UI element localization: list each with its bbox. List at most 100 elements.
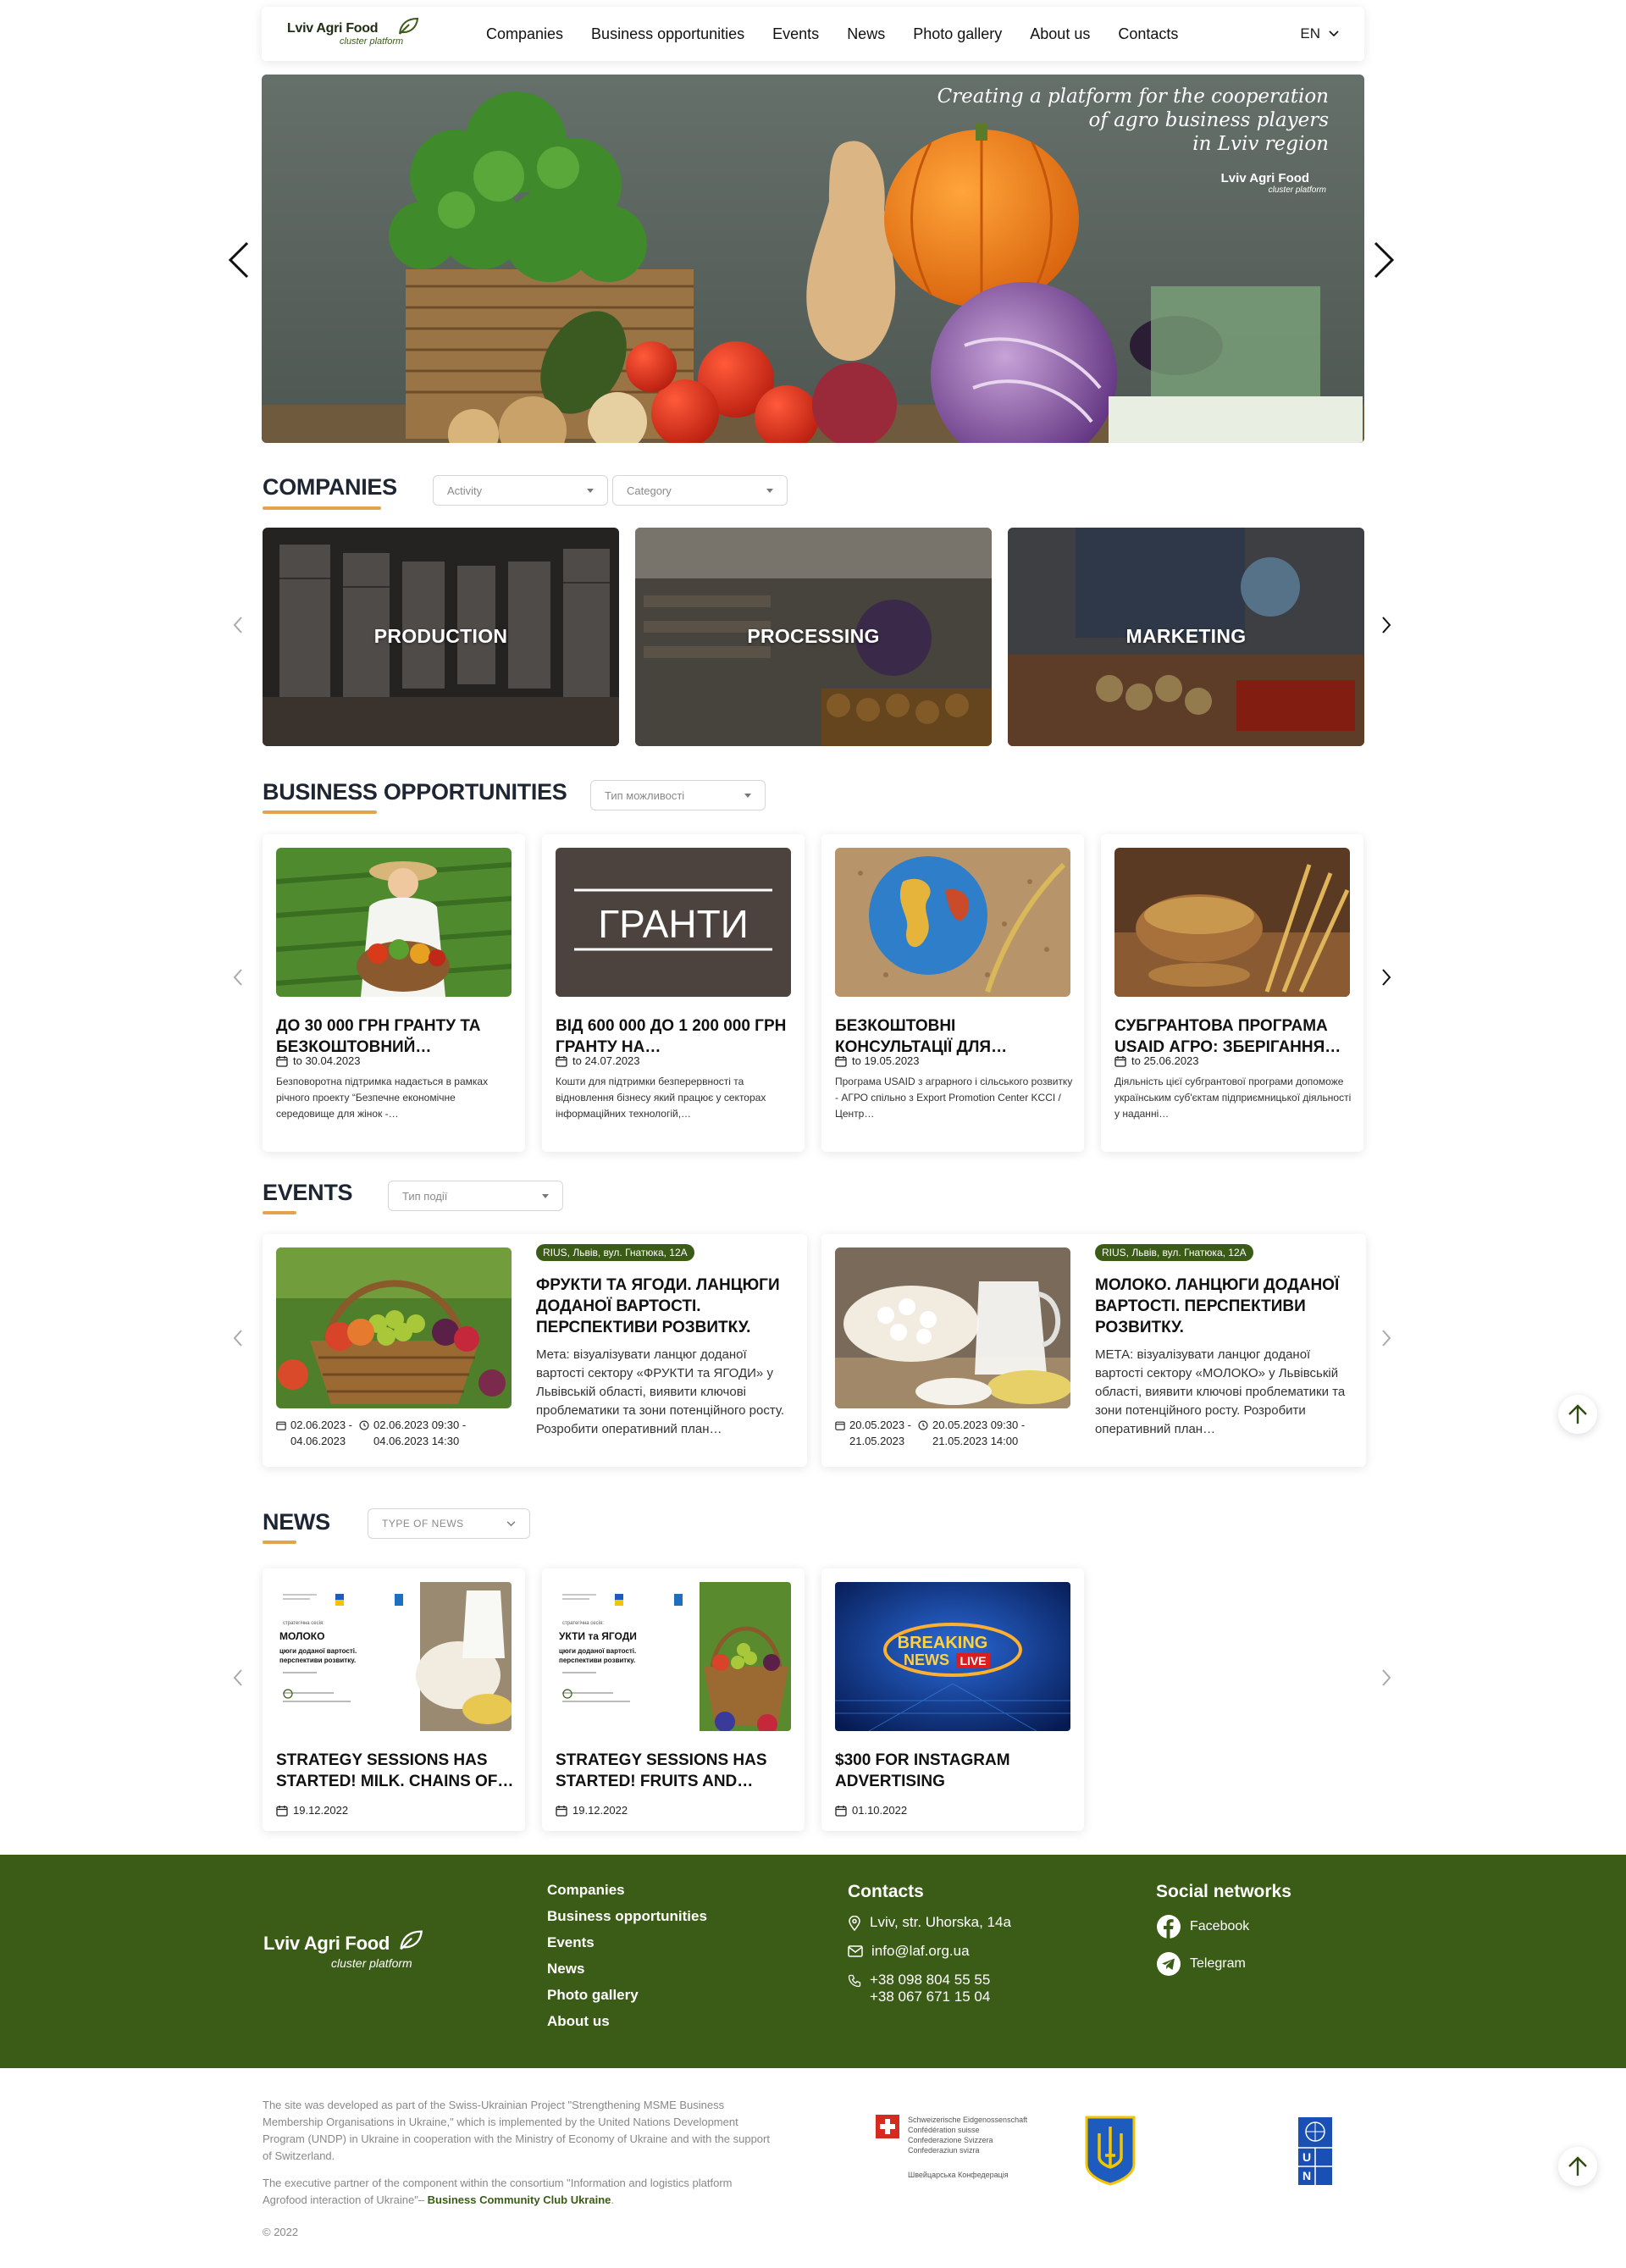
events-prev-arrow-icon[interactable] [232,1329,244,1347]
event-location-badge: RIUS, Львів, вул. Гнатюка, 12А [1095,1244,1253,1261]
language-selector[interactable]: EN [1300,25,1339,42]
hero-next-arrow-icon[interactable] [1370,241,1396,279]
footer-social: Social networks Facebook Telegram [1156,1882,1291,1989]
footer-logo-main-text: Lviv Agri Food [263,1933,390,1954]
dairy-products-image [835,1247,1070,1408]
news-type-filter[interactable]: TYPE OF NEWS [368,1508,530,1539]
hero-slogan-line1: Creating a platform for the cooperation [937,86,1329,108]
poster-heading: УКТИ та ЯГОДИ [559,1630,637,1642]
project-info: The site was developed as part of the Sw… [263,2097,779,2209]
nav-events[interactable]: Events [772,25,819,43]
nav-contacts[interactable]: Contacts [1118,25,1178,43]
companies-prev-arrow-icon[interactable] [232,616,244,634]
telegram-link[interactable]: Telegram [1156,1951,1291,1977]
event-time-end: 21.05.2023 14:00 [932,1435,1019,1447]
nav-business-opportunities[interactable]: Business opportunities [591,25,744,43]
footer-link-about-us[interactable]: About us [547,2013,707,2030]
news-prev-arrow-icon[interactable] [232,1668,244,1687]
event-time-range: 20.05.2023 09:30 - 21.05.2023 14:00 [918,1417,1025,1449]
footer-link-business-opportunities[interactable]: Business opportunities [547,1908,707,1925]
opportunity-deadline-text: to 25.06.2023 [1131,1054,1199,1067]
footer-link-news[interactable]: News [547,1961,707,1978]
opportunity-type-filter[interactable]: Тип можливості [590,780,766,810]
footer-contacts: Contacts Lviv, str. Uhorska, 14a info@la… [848,1882,1011,2017]
footer-link-photo-gallery[interactable]: Photo gallery [547,1987,707,2004]
activity-filter[interactable]: Activity [433,475,608,506]
event-type-filter[interactable]: Тип події [388,1181,563,1211]
logo-sub-text: cluster platform [340,36,404,47]
news-date-text: 01.10.2022 [852,1804,908,1817]
news-card[interactable]: BREAKING NEWS LIVE $300 FOR INSTAGRAM AD… [821,1568,1084,1831]
company-card-label: PRODUCTION [373,625,508,647]
swiss-cross-icon [876,2115,899,2138]
poster-line: перспективи розвитку. [279,1657,356,1664]
grants-image-text: ГРАНТИ [598,902,749,946]
news-date: 19.12.2022 [556,1804,628,1817]
news-next-arrow-icon[interactable] [1380,1668,1392,1687]
woman-with-vegetables-image [276,848,512,997]
opportunity-card[interactable]: ГРАНТИ ВІД 600 000 ДО 1 200 000 ГРН ГРАН… [542,834,805,1152]
footer: Lviv Agri Food cluster platform Companie… [0,1855,1626,2068]
opportunity-card[interactable]: ДО 30 000 ГРН ГРАНТУ ТА БЕЗКОШТОВНИЙ… to… [263,834,525,1152]
news-type-filter-label: TYPE OF NEWS [382,1518,464,1530]
contact-phones[interactable]: +38 098 804 55 55 +38 067 671 15 04 [848,1972,1011,2005]
event-type-filter-label: Тип події [402,1189,448,1203]
category-filter[interactable]: Category [612,475,788,506]
hero-prev-arrow-icon[interactable] [227,241,252,279]
scroll-to-top-button[interactable] [1558,2147,1597,2186]
clock-icon [359,1420,369,1430]
event-time-end: 04.06.2023 14:30 [373,1435,460,1447]
phone-icon [848,1974,861,1988]
site-logo[interactable]: Lviv Agri Food cluster platform [287,17,423,47]
nav-companies[interactable]: Companies [486,25,563,43]
news-date: 19.12.2022 [276,1804,348,1817]
event-card[interactable]: RIUS, Львів, вул. Гнатюка, 12А ФРУКТИ ТА… [263,1234,807,1467]
contact-email[interactable]: info@laf.org.ua [848,1943,1011,1960]
event-time-start: 02.06.2023 09:30 - [373,1419,467,1431]
business-prev-arrow-icon[interactable] [232,968,244,987]
swiss-line-2: Confédération suisse [908,2126,980,2134]
opportunity-card[interactable]: БЕЗКОШТОВНІ КОНСУЛЬТАЦІЇ ДЛЯ… to 19.05.2… [821,834,1084,1152]
event-date-range: 20.05.2023 - 21.05.2023 [835,1417,911,1449]
event-date-end: 04.06.2023 [290,1435,346,1447]
footer-link-companies[interactable]: Companies [547,1882,707,1899]
arrow-up-icon [1568,1404,1587,1424]
events-next-arrow-icon[interactable] [1380,1329,1392,1347]
opportunity-card[interactable]: СУБГРАНТОВА ПРОГРАМА USAID АГРО: ЗБЕРІГА… [1101,834,1363,1152]
companies-next-arrow-icon[interactable] [1380,616,1392,634]
partner-link[interactable]: Business Community Club Ukraine [428,2193,611,2206]
footer-logo[interactable]: Lviv Agri Food cluster platform [263,1929,423,1970]
company-card-production[interactable]: PRODUCTION [263,528,619,746]
nav-news[interactable]: News [847,25,885,43]
footer-link-events[interactable]: Events [547,1934,707,1951]
news-card[interactable]: стратегічна сесія: УКТИ та ЯГОДИ цюги до… [542,1568,805,1831]
calendar-icon [276,1421,286,1430]
facebook-link[interactable]: Facebook [1156,1914,1291,1939]
clock-icon [918,1420,928,1430]
hero-banner: Creating a platform for the cooperation … [262,75,1364,443]
news-card[interactable]: стратегічна сесія: МОЛОКО цюги доданої в… [263,1568,525,1831]
nav-photo-gallery[interactable]: Photo gallery [913,25,1002,43]
opportunity-image [1114,848,1350,997]
news-date-text: 19.12.2022 [572,1804,628,1817]
opportunity-image [835,848,1070,997]
news-text: NEWS [904,1651,949,1668]
opportunity-title: БЕЗКОШТОВНІ КОНСУЛЬТАЦІЇ ДЛЯ… [835,1017,1008,1056]
opportunity-title: ДО 30 000 ГРН ГРАНТУ ТА БЕЗКОШТОВНИЙ… [276,1017,481,1056]
news-date: 01.10.2022 [835,1804,907,1817]
opportunity-title: СУБГРАНТОВА ПРОГРАМА USAID АГРО: ЗБЕРІГА… [1114,1017,1341,1056]
contact-address-text: Lviv, str. Uhorska, 14a [870,1914,1011,1930]
nav-about-us[interactable]: About us [1030,25,1090,43]
poster-caption: стратегічна сесія: [283,1621,324,1626]
event-card[interactable]: RIUS, Львів, вул. Гнатюка, 12А МОЛОКО. Л… [821,1234,1366,1467]
scroll-to-top-button[interactable] [1558,1395,1597,1434]
business-next-arrow-icon[interactable] [1380,968,1392,987]
company-card-marketing[interactable]: MARKETING [1008,528,1364,746]
companies-title-underline [263,506,381,510]
opportunity-description: Програма USAID з аграрного і сільського … [835,1076,1073,1120]
hero-logo-sub: cluster platform [1268,185,1326,195]
project-info-paragraph: The site was developed as part of the Sw… [263,2099,770,2162]
poster-caption: стратегічна сесія: [562,1621,604,1626]
calendar-icon [556,1805,567,1817]
company-card-processing[interactable]: PROCESSING [635,528,992,746]
